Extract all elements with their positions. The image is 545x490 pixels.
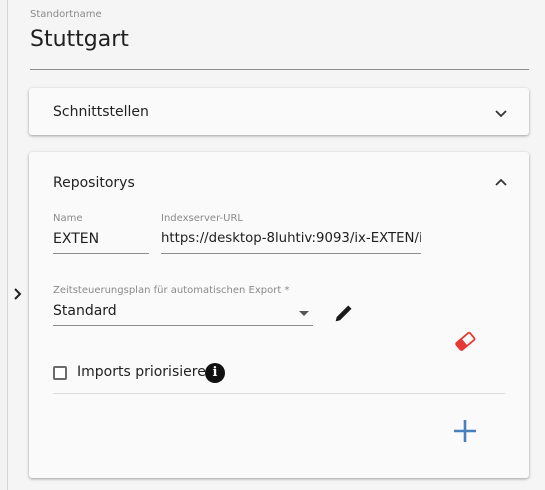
interfaces-panel-title: Schnittstellen <box>53 103 149 120</box>
repository-name-underline <box>53 253 149 254</box>
indexserver-url-input[interactable]: https://desktop-8luhtiv:9093/ix-EXTEN/ix <box>161 231 421 246</box>
location-name-input[interactable]: Stuttgart <box>30 27 129 52</box>
repositories-panel-title: Repositorys <box>53 175 135 191</box>
chevron-right-icon <box>14 288 22 300</box>
plus-icon <box>454 420 476 442</box>
indexserver-url-underline <box>161 253 421 254</box>
remove-repository-button[interactable] <box>451 328 479 354</box>
pencil-icon <box>335 305 352 322</box>
edit-schedule-button[interactable] <box>331 300 357 326</box>
page: Standortname Stuttgart Schnittstellen Re… <box>0 0 545 490</box>
repositories-panel-header[interactable]: Repositorys <box>29 152 529 214</box>
location-name-underline <box>30 69 529 70</box>
panel-divider <box>53 393 505 394</box>
indexserver-url-label: Indexserver-URL <box>161 213 243 224</box>
repository-name-label: Name <box>53 213 83 224</box>
schedule-label: Zeitsteuerungsplan für automatischen Exp… <box>53 285 290 296</box>
location-name-label: Standortname <box>30 9 102 20</box>
interfaces-panel-header[interactable]: Schnittstellen <box>29 88 529 135</box>
eraser-icon <box>455 331 476 351</box>
repository-name-input[interactable]: EXTEN <box>53 231 149 247</box>
interfaces-panel: Schnittstellen <box>29 88 529 135</box>
add-repository-button[interactable] <box>449 415 481 447</box>
prioritize-imports-label[interactable]: Imports priorisieren <box>77 364 215 380</box>
info-icon[interactable]: i <box>205 363 225 383</box>
left-rail <box>0 0 8 490</box>
schedule-select[interactable]: Standard <box>53 303 293 319</box>
chevron-down-icon <box>495 109 507 117</box>
schedule-dropdown-arrow-icon[interactable] <box>299 311 309 316</box>
sidebar-expand-toggle[interactable] <box>9 284 27 304</box>
repositories-panel: Repositorys Name EXTEN Indexserver-URL h… <box>29 152 529 478</box>
schedule-underline <box>53 325 313 326</box>
prioritize-imports-checkbox[interactable] <box>53 366 67 380</box>
chevron-up-icon <box>495 178 507 186</box>
